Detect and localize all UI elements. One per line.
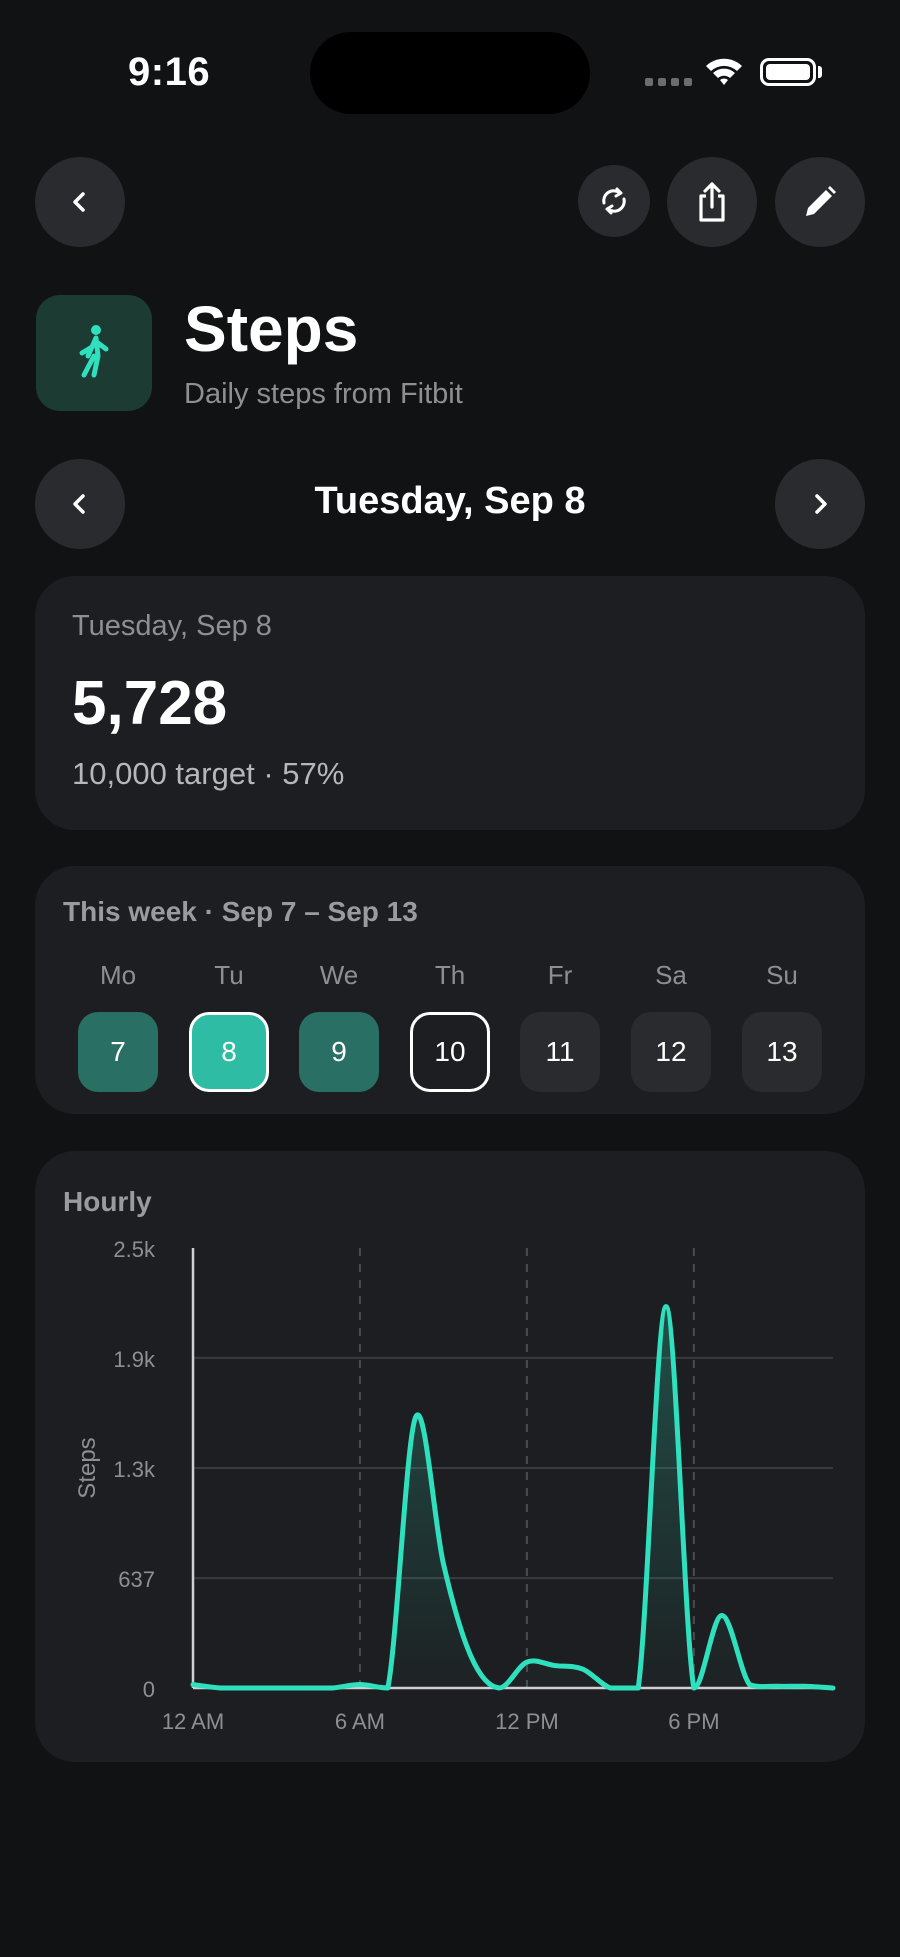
x-tick-label: 12 AM (162, 1709, 224, 1734)
day-name: Tu (214, 960, 244, 990)
y-tick-label: 637 (118, 1567, 155, 1592)
page-subtitle: Daily steps from Fitbit (184, 378, 463, 410)
x-tick-label: 6 PM (668, 1709, 719, 1734)
day-name: Fr (547, 960, 573, 990)
day-column-th: Th 10 (410, 960, 490, 1092)
day-name: Sa (655, 960, 687, 990)
summary-date: Tuesday, Sep 8 (72, 610, 272, 642)
series-area (193, 1306, 833, 1688)
day-name: Th (434, 960, 466, 990)
battery-cap (818, 66, 822, 78)
day-button-12[interactable]: 12 (631, 1012, 711, 1092)
y-tick-label: 2.5k (113, 1237, 156, 1262)
sync-button[interactable] (578, 165, 650, 237)
day-column-su: Su 13 (742, 960, 822, 1092)
y-tick-label: 0 (143, 1677, 155, 1702)
cellular-signal-icon (645, 78, 692, 86)
week-label: This week · Sep 7 – Sep 13 (63, 896, 418, 927)
day-name: Mo (99, 960, 137, 990)
back-button[interactable] (35, 157, 125, 247)
dynamic-island (310, 32, 590, 114)
day-name: We (319, 960, 359, 990)
day-button-8[interactable]: 8 (189, 1012, 269, 1092)
day-column-sa: Sa 12 (631, 960, 711, 1092)
day-column-we: We 9 (299, 960, 379, 1092)
day-name: Su (766, 960, 798, 990)
series-line (190, 1304, 836, 1691)
day-column-fr: Fr 11 (520, 960, 600, 1092)
x-tick-label: 12 PM (495, 1709, 559, 1734)
walking-person-icon (79, 325, 109, 378)
step-count: 5,728 (72, 669, 228, 738)
date-label: Tuesday, Sep 8 (314, 480, 586, 522)
target-progress: 10,000 target · 57% (72, 756, 345, 791)
x-tick-label: 6 AM (335, 1709, 385, 1734)
day-button-9[interactable]: 9 (299, 1012, 379, 1092)
day-button-11[interactable]: 11 (520, 1012, 600, 1092)
battery-icon (760, 58, 816, 86)
day-column-tu: Tu 8 (189, 960, 269, 1092)
y-axis-label: Steps (74, 1437, 101, 1498)
chevron-left-icon (73, 192, 85, 212)
app-icon (36, 295, 152, 411)
share-icon (699, 182, 725, 222)
day-button-7[interactable]: 7 (78, 1012, 158, 1092)
y-tick-label: 1.3k (113, 1457, 156, 1482)
day-column-mo: Mo 7 (78, 960, 158, 1092)
y-tick-label: 1.9k (113, 1347, 156, 1372)
pencil-icon (806, 186, 836, 216)
share-button[interactable] (667, 157, 757, 247)
hourly-steps-chart: 0 637 1.3k 1.9k 2.5k 12 AM 6 AM 12 PM 6 PM Steps (74, 1237, 836, 1734)
next-day-button[interactable] (775, 459, 865, 549)
day-button-13[interactable]: 13 (742, 1012, 822, 1092)
status-time: 9:16 (128, 50, 211, 94)
page-title: Steps (184, 293, 359, 365)
sync-icon (602, 187, 626, 215)
day-button-10[interactable]: 10 (410, 1012, 490, 1092)
wifi-icon (704, 56, 744, 91)
edit-button[interactable] (775, 157, 865, 247)
chevron-right-icon (815, 494, 827, 514)
